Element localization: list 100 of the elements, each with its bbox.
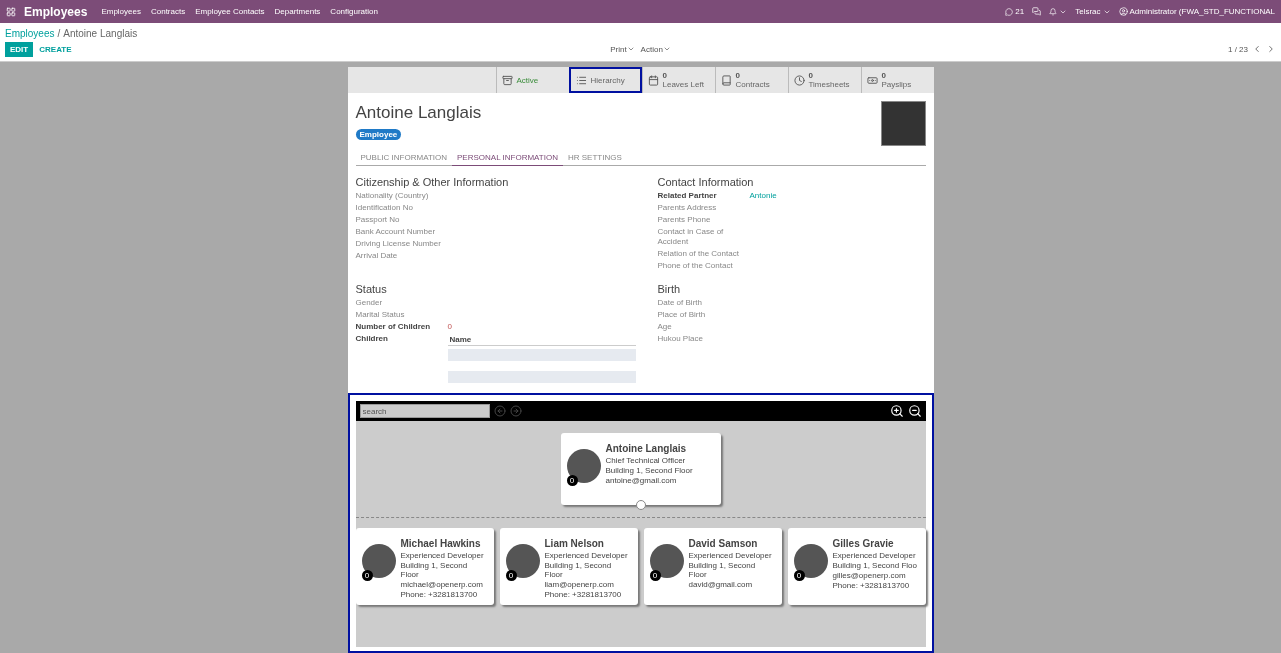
field-label: Hukou Place xyxy=(657,334,704,344)
category-tag: Employee xyxy=(355,129,402,140)
caret-icon xyxy=(662,45,671,53)
count-badge: 0 xyxy=(649,570,661,581)
nav-menu-item[interactable]: Configuration xyxy=(330,7,378,16)
messages-icon[interactable] xyxy=(1032,7,1042,16)
breadcrumb-current: Antoine Langlais xyxy=(63,27,138,39)
count-badge: 0 xyxy=(361,570,373,581)
create-button[interactable]: CREATE xyxy=(39,44,72,54)
forward-icon[interactable] xyxy=(509,405,522,417)
chat-icon xyxy=(1005,7,1014,16)
job-title: Experienced Developer xyxy=(544,551,629,560)
field-label: Nationality (Country) xyxy=(355,191,430,201)
employee-card[interactable]: 0 Antoine Langlais Chief Technical Officer Building 1, Second Floor antoine@gmail.com xyxy=(560,433,721,505)
back-icon[interactable] xyxy=(493,405,506,417)
nav-menu-item[interactable]: Employee Contacts xyxy=(195,7,265,16)
phone-text: Phone: +3281813700 xyxy=(832,581,911,590)
breadcrumb-separator: / xyxy=(57,27,61,39)
field-label: Phone of the Contact xyxy=(657,261,734,271)
field-label: Age xyxy=(657,322,673,332)
employee-card[interactable]: 0 Liam Nelson Experienced Developer Building 1, Second Floor liam@openerp.com Phone: +3281813700 xyxy=(499,528,638,605)
form-tab[interactable]: HR SETTINGS xyxy=(562,150,627,166)
form-tab[interactable]: PUBLIC INFORMATION xyxy=(355,150,453,166)
search-field[interactable]: search xyxy=(359,404,490,418)
email-text: gilles@openerp.com xyxy=(832,571,907,580)
collapse-toggle[interactable] xyxy=(635,500,646,510)
next-icon[interactable] xyxy=(1266,44,1276,54)
field-label: Date of Birth xyxy=(657,298,703,308)
job-title: Chief Technical Officer xyxy=(605,456,687,465)
print-dropdown[interactable]: Print xyxy=(610,44,635,54)
employee-name: David Samson xyxy=(688,538,759,549)
field-label: Related Partner xyxy=(657,191,718,201)
field-label: Driving License Number xyxy=(355,239,442,249)
photo-placeholder xyxy=(880,101,926,146)
job-title: Experienced Developer xyxy=(832,551,917,560)
group-title: Status xyxy=(355,283,388,295)
caret-icon xyxy=(626,45,635,53)
list-icon xyxy=(575,74,587,86)
form-tab[interactable]: PERSONAL INFORMATION xyxy=(452,150,563,166)
phone-text: Phone: +3281813700 xyxy=(400,590,479,599)
count-badge: 0 xyxy=(505,570,517,581)
archive-icon xyxy=(501,74,513,86)
apps-menu-icon[interactable] xyxy=(6,6,16,17)
group-title: Citizenship & Other Information xyxy=(355,176,510,188)
company-dropdown[interactable]: Telsrac xyxy=(1075,7,1111,16)
employee-name: Gilles Gravie xyxy=(832,538,895,549)
clock-icon xyxy=(793,74,805,86)
previous-icon[interactable] xyxy=(1252,44,1262,54)
employee-name: Antoine Langlais xyxy=(355,103,482,123)
calendar-icon xyxy=(647,74,659,86)
nav-menu-item[interactable]: Employees xyxy=(101,7,141,16)
count-badge: 0 xyxy=(566,475,578,486)
smart-button[interactable]: Hierarchy xyxy=(568,67,642,93)
field-label: Parents Address xyxy=(657,203,718,213)
field-label: Children xyxy=(355,334,389,345)
job-title: Experienced Developer xyxy=(400,551,485,560)
column-header: Name xyxy=(447,334,636,346)
field-label: Parents Phone xyxy=(657,215,712,225)
chat-button[interactable]: 21 xyxy=(1005,7,1025,16)
employee-card[interactable]: 0 Gilles Gravie Experienced Developer Building 1, Second Floo gilles@openerp.com Phone: +3281813700 xyxy=(787,528,926,605)
nav-menu-item[interactable]: Contracts xyxy=(150,7,186,16)
job-title: Experienced Developer xyxy=(688,551,773,560)
field-label: Arrival Date xyxy=(355,251,399,261)
user-icon xyxy=(1118,7,1128,16)
group-title: Contact Information xyxy=(657,176,755,188)
user-menu[interactable]: Administrator (FWA_STD_FUNCTIONAL xyxy=(1118,7,1275,16)
count-badge: 0 xyxy=(793,570,805,581)
field-label: Contact in Case of Accident xyxy=(657,227,725,247)
employee-card[interactable]: 0 Michael Hawkins Experienced Developer Building 1, Second Floor michael@openerp.com Phone: +3281813700 xyxy=(355,528,494,605)
email-text: michael@openerp.com xyxy=(400,580,484,589)
zoom-out-icon[interactable] xyxy=(907,404,922,418)
app-title: Employees xyxy=(24,4,88,19)
breadcrumb-link[interactable]: Employees xyxy=(5,27,55,39)
email-text: david@gmail.com xyxy=(688,580,754,589)
address-text: Building 1, Second Floor xyxy=(605,466,693,475)
notification-button[interactable] xyxy=(1049,7,1068,16)
group-title: Birth xyxy=(657,283,682,295)
field-label: Gender xyxy=(355,298,384,308)
partner-link[interactable]: Antonie xyxy=(749,191,926,201)
address-text: Building 1, Second Floo xyxy=(832,561,917,570)
field-label: Number of Children xyxy=(355,322,432,332)
zoom-in-icon[interactable] xyxy=(889,404,904,418)
banknote-icon xyxy=(866,74,878,86)
employee-name: Antoine Langlais xyxy=(605,443,688,454)
nav-menu-item[interactable]: Departments xyxy=(274,7,321,16)
field-label: Passport No xyxy=(355,215,401,225)
email-text: liam@openerp.com xyxy=(544,580,615,589)
book-icon xyxy=(720,74,732,86)
field-label: Marital Status xyxy=(355,310,406,320)
action-dropdown[interactable]: Action xyxy=(640,44,671,54)
phone-text: Phone: +3281813700 xyxy=(544,590,623,599)
bell-icon xyxy=(1049,7,1058,16)
field-value: 0 xyxy=(447,322,453,332)
field-label: Relation of the Contact xyxy=(657,249,740,259)
field-label: Bank Account Number xyxy=(355,227,437,237)
employee-name: Liam Nelson xyxy=(544,538,605,549)
field-label: Place of Birth xyxy=(657,310,707,320)
employee-card[interactable]: 0 David Samson Experienced Developer Building 1, Second Floor david@gmail.com xyxy=(643,528,782,605)
employee-name: Michael Hawkins xyxy=(400,538,482,549)
email-text: antoine@gmail.com xyxy=(605,476,678,485)
